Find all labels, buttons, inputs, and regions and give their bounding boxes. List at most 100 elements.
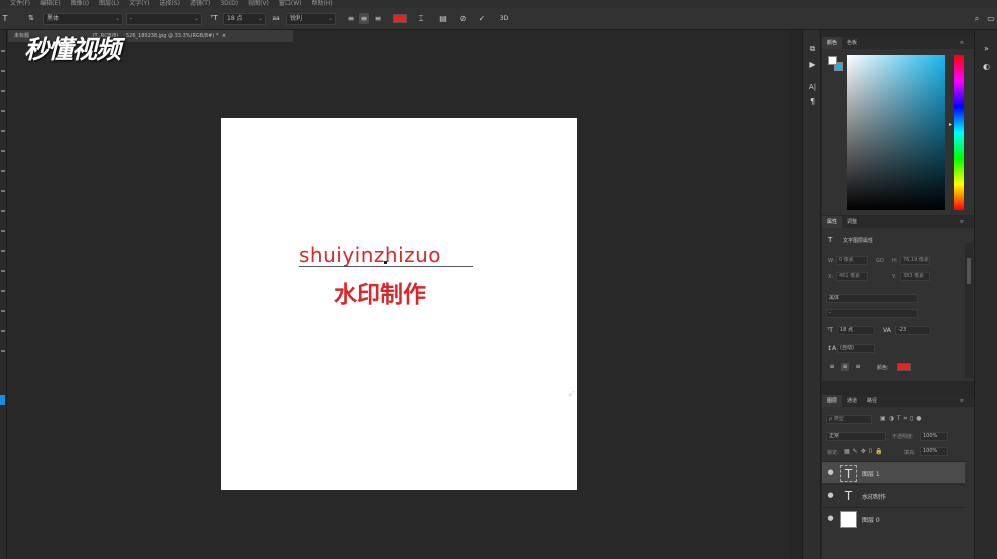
panel-menu-icon[interactable]: ≡ bbox=[955, 37, 969, 49]
link-label[interactable]: GO bbox=[876, 258, 884, 264]
visibility-eye-icon[interactable]: ● bbox=[826, 514, 835, 523]
paragraph-icon[interactable]: ¶ bbox=[807, 96, 818, 107]
close-icon[interactable]: × bbox=[222, 33, 226, 39]
font-family-select[interactable]: 黑体 bbox=[826, 294, 918, 303]
tool-healing[interactable] bbox=[1, 170, 5, 172]
tool-lasso[interactable] bbox=[1, 90, 5, 92]
tool-pen[interactable] bbox=[1, 330, 5, 332]
menu-file[interactable]: 文件(F) bbox=[10, 0, 30, 8]
menu-view[interactable]: 视图(V) bbox=[248, 0, 269, 8]
font-size-icon: ᵀT bbox=[827, 327, 833, 334]
leading-field[interactable]: (自动) bbox=[837, 344, 875, 353]
tool-gradient[interactable] bbox=[1, 270, 5, 272]
type-tool-icon[interactable]: T bbox=[0, 13, 10, 24]
menu-filter[interactable]: 滤镜(T) bbox=[190, 0, 210, 8]
collapse-panels-icon[interactable]: » bbox=[981, 43, 992, 54]
blend-mode-select[interactable]: 正常 bbox=[826, 432, 886, 441]
commit-icon[interactable]: ✓ bbox=[477, 13, 487, 24]
search-icon[interactable]: ⌕ bbox=[972, 13, 982, 24]
text-color-swatch[interactable] bbox=[897, 363, 911, 371]
color-picker-field[interactable] bbox=[847, 55, 945, 210]
text-color-swatch[interactable] bbox=[393, 14, 407, 23]
3d-button[interactable]: 3D bbox=[497, 13, 511, 24]
height-field[interactable]: 76.19 像素 bbox=[900, 256, 930, 265]
hue-slider[interactable] bbox=[954, 55, 964, 210]
tool-eraser[interactable] bbox=[1, 250, 5, 252]
align-right-icon[interactable]: ≡ bbox=[373, 13, 383, 24]
align-center-icon[interactable]: ≡ bbox=[359, 13, 369, 24]
antialias-select[interactable]: 锐利 ⌄ bbox=[286, 13, 336, 25]
menu-select[interactable]: 选择(S) bbox=[159, 0, 180, 8]
visibility-eye-icon[interactable]: ● bbox=[826, 491, 835, 500]
tab-layers[interactable]: 图层 bbox=[822, 395, 843, 407]
character-icon[interactable]: A| bbox=[807, 82, 818, 93]
tab-paths[interactable]: 路径 bbox=[862, 395, 882, 407]
width-field[interactable]: 0 像素 bbox=[836, 256, 868, 265]
menu-help[interactable]: 帮助(H) bbox=[312, 0, 333, 8]
menu-type[interactable]: 文字(Y) bbox=[129, 0, 149, 8]
tool-brush[interactable] bbox=[1, 190, 5, 192]
tool-stamp[interactable] bbox=[1, 210, 5, 212]
y-label: Y: bbox=[892, 274, 897, 280]
tool-crop[interactable] bbox=[1, 130, 5, 132]
font-family-select[interactable]: 黑体 ⌄ bbox=[43, 13, 123, 25]
share-icon[interactable]: ◐ bbox=[981, 61, 992, 72]
tool-type[interactable] bbox=[1, 350, 5, 352]
layer-row[interactable]: ● 图层 0 bbox=[822, 507, 965, 529]
tool-quick-select[interactable] bbox=[1, 110, 5, 112]
foreground-color-swatch[interactable] bbox=[828, 56, 837, 65]
layer-filter-icons[interactable]: ▣◑T⌗▯● bbox=[880, 415, 925, 423]
tab-channels[interactable]: 通道 bbox=[842, 395, 862, 407]
orientation-toggle-icon[interactable]: ⇅ bbox=[26, 13, 36, 24]
y-field[interactable]: 383 像素 bbox=[900, 272, 930, 281]
tab-swatches[interactable]: 色板 bbox=[842, 37, 862, 49]
tool-dodge[interactable] bbox=[1, 310, 5, 312]
tab-adjustments[interactable]: 调整 bbox=[842, 216, 862, 228]
align-right-icon[interactable]: ≡ bbox=[854, 363, 862, 371]
cancel-icon[interactable]: ⊘ bbox=[458, 13, 468, 24]
tab-properties[interactable]: 属性 bbox=[822, 216, 843, 228]
canvas-text-latin[interactable]: shuiyinzhizuo bbox=[299, 243, 441, 267]
lock-icons[interactable]: ▦✎✥⌷🔒 bbox=[844, 448, 886, 456]
play-icon[interactable]: ▶ bbox=[807, 59, 818, 70]
align-center-icon[interactable]: ≡ bbox=[841, 363, 849, 371]
tab-color[interactable]: 颜色 bbox=[822, 37, 843, 49]
menu-bar: 文件(F) 编辑(E) 图像(I) 图层(L) 文字(Y) 选择(S) 滤镜(T… bbox=[0, 0, 997, 8]
layer-row[interactable]: ● T 图层 1 bbox=[822, 461, 965, 483]
tool-history-brush[interactable] bbox=[1, 230, 5, 232]
tool-move[interactable] bbox=[1, 50, 5, 52]
font-style-select[interactable]: - bbox=[826, 309, 918, 318]
menu-edit[interactable]: 编辑(E) bbox=[40, 0, 60, 8]
tool-marquee[interactable] bbox=[1, 70, 5, 72]
menu-layer[interactable]: 图层(L) bbox=[99, 0, 119, 8]
fill-field[interactable]: 100% bbox=[920, 447, 948, 456]
tool-eyedropper[interactable] bbox=[1, 150, 5, 152]
menu-image[interactable]: 图像(I) bbox=[71, 0, 89, 8]
align-left-icon[interactable]: ≡ bbox=[346, 13, 356, 24]
properties-scroll-thumb[interactable] bbox=[967, 258, 971, 284]
layer-row[interactable]: ● T 水印制作 bbox=[822, 484, 965, 506]
warp-text-icon[interactable]: ⌶ bbox=[416, 13, 426, 24]
workspace-icon[interactable]: ▭ bbox=[986, 13, 996, 24]
layer-filter-select[interactable]: ρ 类型 bbox=[826, 415, 872, 424]
tracking-field[interactable]: -23 bbox=[895, 326, 931, 335]
hue-slider-marker-icon[interactable]: ▸ bbox=[949, 121, 952, 128]
font-size-select[interactable]: 18 点 ⌄ bbox=[223, 13, 266, 25]
menu-window[interactable]: 窗口(W) bbox=[279, 0, 302, 8]
visibility-eye-icon[interactable]: ● bbox=[826, 468, 835, 477]
document-canvas[interactable]: shuiyinzhizuo 水印制作 bbox=[221, 118, 577, 490]
history-icon[interactable]: ⧉ bbox=[807, 43, 818, 54]
align-left-icon[interactable]: ≡ bbox=[828, 363, 836, 371]
text-layer-thumbnail-icon: T bbox=[844, 489, 853, 503]
panel-menu-icon[interactable]: ≡ bbox=[955, 216, 969, 228]
tool-blur[interactable] bbox=[1, 290, 5, 292]
font-size-field[interactable]: 18 点 bbox=[837, 326, 875, 335]
opacity-field[interactable]: 100% bbox=[920, 432, 948, 441]
menu-3d[interactable]: 3D(D) bbox=[220, 0, 238, 8]
font-style-select[interactable]: - ⌄ bbox=[126, 13, 202, 25]
character-panel-icon[interactable]: ▤ bbox=[438, 13, 448, 24]
canvas-text-chinese[interactable]: 水印制作 bbox=[334, 275, 426, 309]
x-field[interactable]: 461 像素 bbox=[836, 272, 868, 281]
panel-menu-icon[interactable]: ≡ bbox=[955, 395, 969, 407]
tool-active-indicator[interactable] bbox=[0, 395, 5, 405]
